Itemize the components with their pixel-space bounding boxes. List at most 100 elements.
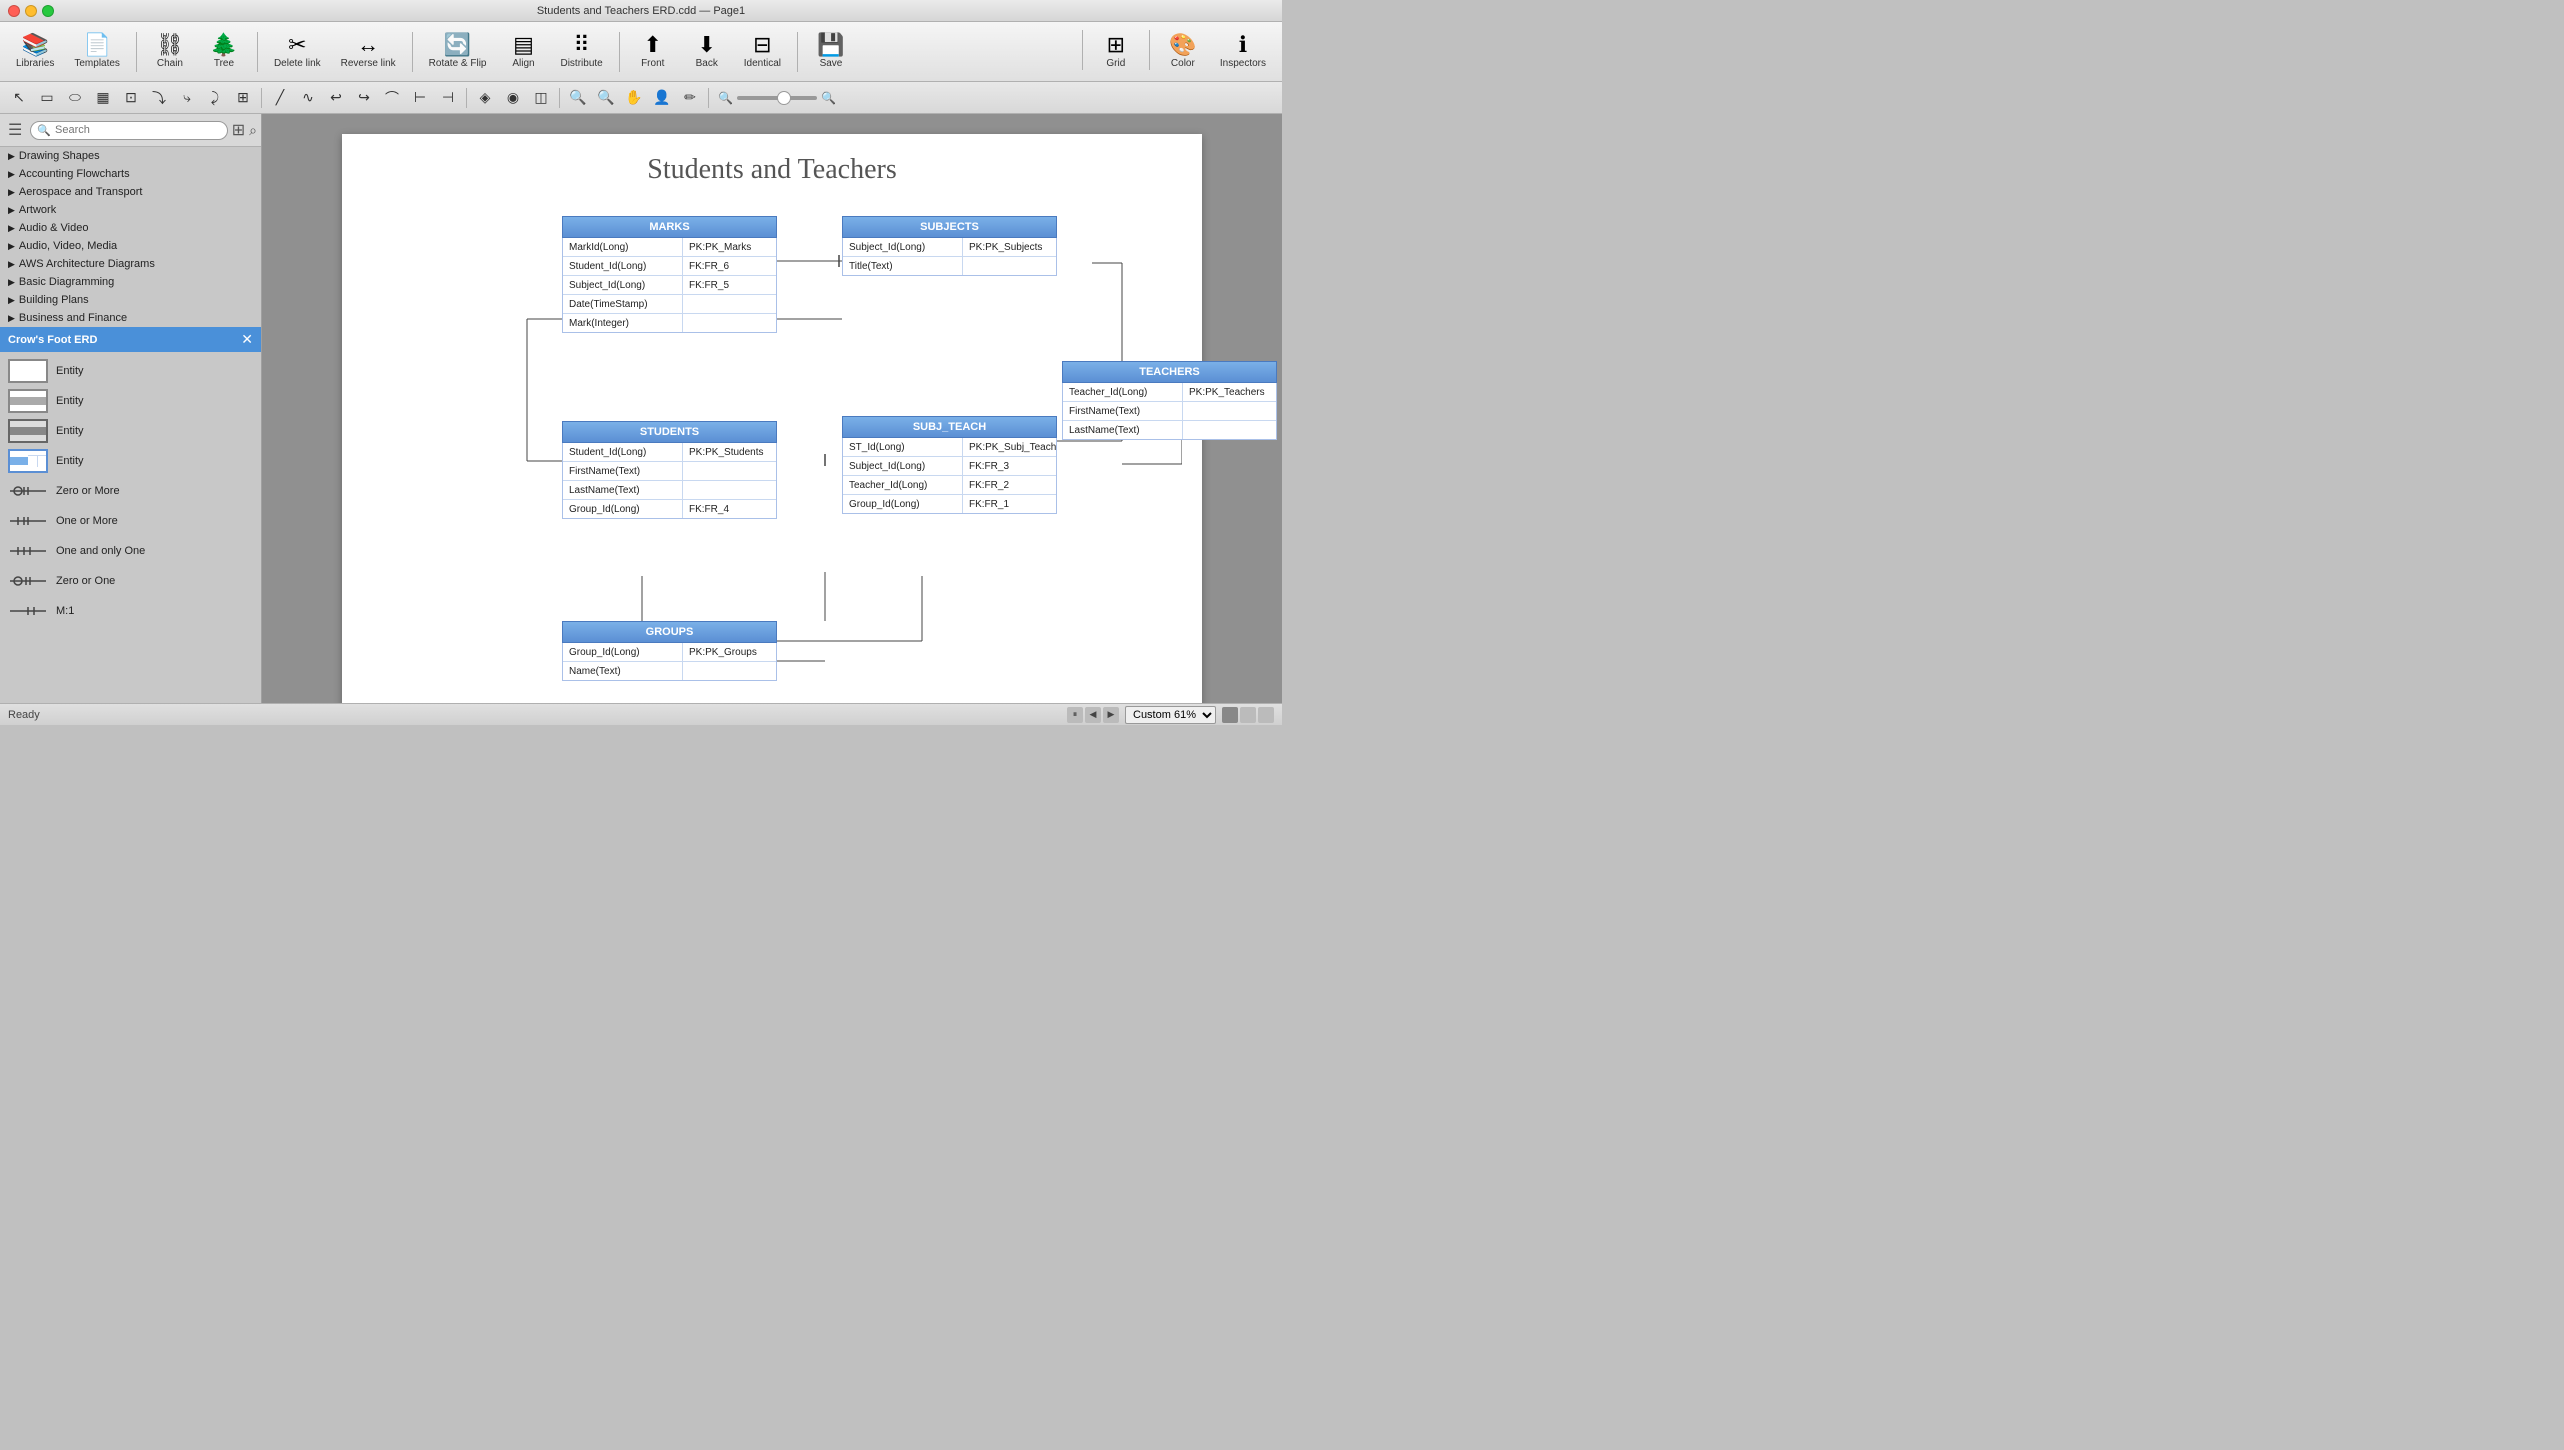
identical-label: Identical <box>744 58 781 69</box>
tree-icon: 🌲 <box>210 34 237 56</box>
search-input[interactable] <box>55 124 221 136</box>
prev-page-button[interactable]: ◀ <box>1085 707 1101 723</box>
ellipse-tool[interactable]: ⬭ <box>62 85 88 111</box>
view-mode-3[interactable] <box>1258 707 1274 723</box>
front-button[interactable]: ⬆ Front <box>628 30 678 73</box>
sep2 <box>257 32 258 72</box>
templates-button[interactable]: 📄 Templates <box>66 30 128 73</box>
reverse-link-button[interactable]: ↔ Reverse link <box>333 30 404 73</box>
view-mode-1[interactable] <box>1222 707 1238 723</box>
shape-entity-3[interactable]: Entity <box>0 416 261 446</box>
pause-button[interactable]: ⏸ <box>1067 707 1083 723</box>
undo-tool[interactable]: ↩ <box>323 85 349 111</box>
format-tool[interactable]: ◈ <box>472 85 498 111</box>
edge-tool[interactable]: ⊣ <box>435 85 461 111</box>
subjects-table[interactable]: SUBJECTS Subject_Id(Long) PK:PK_Subjects… <box>842 216 1057 276</box>
distribute-button[interactable]: ⠿ Distribute <box>552 30 610 73</box>
sidebar-list-view[interactable]: ☰ <box>4 118 26 142</box>
align-button[interactable]: ▤ Align <box>498 30 548 73</box>
sidebar-search-box[interactable]: 🔍 <box>30 121 227 140</box>
maximize-button[interactable] <box>42 5 54 17</box>
expand-tool[interactable]: ⊞ <box>230 85 256 111</box>
ortho-tool[interactable]: ⊢ <box>407 85 433 111</box>
sep7 <box>1149 30 1150 70</box>
sidebar-item-business[interactable]: ▶ Business and Finance <box>0 309 261 327</box>
sidebar-item-aws[interactable]: ▶ AWS Architecture Diagrams <box>0 255 261 273</box>
sep4 <box>619 32 620 72</box>
color-icon: 🎨 <box>1169 34 1196 56</box>
connect-tool[interactable]: ⤵ <box>146 85 172 111</box>
close-button[interactable] <box>8 5 20 17</box>
line-tool[interactable]: ╱ <box>267 85 293 111</box>
sidebar-item-artwork[interactable]: ▶ Artwork <box>0 201 261 219</box>
back-button[interactable]: ⬇ Back <box>682 30 732 73</box>
inspectors-button[interactable]: ℹ Inspectors <box>1212 30 1274 73</box>
table-tool[interactable]: ▦ <box>90 85 116 111</box>
sidebar-item-basic-diagramming[interactable]: ▶ Basic Diagramming <box>0 273 261 291</box>
status-bar-right: ⏸ ◀ ▶ Custom 61% 50% 75% 100% <box>1067 706 1274 724</box>
marks-row-4: Date(TimeStamp) <box>563 295 776 314</box>
save-button[interactable]: 💾 Save <box>806 30 856 73</box>
sidebar-grid-view[interactable]: ⊞ <box>232 120 245 140</box>
minimize-button[interactable] <box>25 5 37 17</box>
zoom-dropdown[interactable]: Custom 61% 50% 75% 100% <box>1125 706 1216 724</box>
sidebar-item-audio-video[interactable]: ▶ Audio & Video <box>0 219 261 237</box>
rotate-flip-button[interactable]: 🔄 Rotate & Flip <box>421 30 495 73</box>
teachers-table[interactable]: TEACHERS Teacher_Id(Long) PK:PK_Teachers… <box>1062 361 1277 440</box>
zoom-plus-icon[interactable]: 🔍 <box>821 91 836 105</box>
zoom-minus-icon[interactable]: 🔍 <box>718 91 733 105</box>
marks-table[interactable]: MARKS MarkId(Long) PK:PK_Marks Student_I… <box>562 216 777 333</box>
tree-button[interactable]: 🌲 Tree <box>199 30 249 73</box>
redo-tool[interactable]: ↪ <box>351 85 377 111</box>
auto-connect-tool[interactable]: ⤷ <box>174 85 200 111</box>
sidebar-search-button[interactable]: ⌕ <box>249 122 257 139</box>
shape-entity-4[interactable]: Entity <box>0 446 261 476</box>
arrow-icon: ▶ <box>8 223 15 234</box>
libraries-button[interactable]: 📚 Libraries <box>8 30 62 73</box>
students-table[interactable]: STUDENTS Student_Id(Long) PK:PK_Students… <box>562 421 777 519</box>
canvas-page[interactable]: Students and Teachers <box>262 114 1282 703</box>
sidebar-item-drawing-shapes[interactable]: ▶ Drawing Shapes <box>0 147 261 165</box>
grid-button[interactable]: ⊞ Grid <box>1091 30 1141 73</box>
close-group-button[interactable]: ✕ <box>241 331 253 348</box>
zero-or-more-label: Zero or More <box>56 485 120 497</box>
subj-teach-table[interactable]: SUBJ_TEACH ST_Id(Long) PK:PK_Subj_Teach … <box>842 416 1057 514</box>
multi-connect-tool[interactable]: ⤸ <box>202 85 228 111</box>
shape-zero-or-one[interactable]: Zero or One <box>0 566 261 596</box>
identical-button[interactable]: ⊟ Identical <box>736 30 789 73</box>
bezier-tool[interactable]: ⌒ <box>379 85 405 111</box>
arrange-tool[interactable]: ◉ <box>500 85 526 111</box>
shape-entity-1[interactable]: Entity <box>0 356 261 386</box>
pencil-tool[interactable]: ✏ <box>677 85 703 111</box>
user-tool[interactable]: 👤 <box>649 85 675 111</box>
main-layout: ☰ 🔍 ⊞ ⌕ ▶ Drawing Shapes ▶ Accounting Fl… <box>0 114 1282 703</box>
shape-m1[interactable]: M:1 <box>0 596 261 626</box>
curve-tool[interactable]: ∿ <box>295 85 321 111</box>
shape-one-only[interactable]: One and only One <box>0 536 261 566</box>
drawing-shapes-label: Drawing Shapes <box>19 150 100 162</box>
sidebar-item-building-plans[interactable]: ▶ Building Plans <box>0 291 261 309</box>
groups-table[interactable]: GROUPS Group_Id(Long) PK:PK_Groups Name(… <box>562 621 777 681</box>
container-tool[interactable]: ⊡ <box>118 85 144 111</box>
marks-cell-fk5: FK:FR_5 <box>683 276 773 294</box>
view-mode-2[interactable] <box>1240 707 1256 723</box>
sidebar-item-accounting[interactable]: ▶ Accounting Flowcharts <box>0 165 261 183</box>
rect-tool[interactable]: ▭ <box>34 85 60 111</box>
sidebar-item-aerospace[interactable]: ▶ Aerospace and Transport <box>0 183 261 201</box>
zoom-slider[interactable] <box>737 96 817 100</box>
sidebar-item-audio-video-media[interactable]: ▶ Audio, Video, Media <box>0 237 261 255</box>
color-button[interactable]: 🎨 Color <box>1158 30 1208 73</box>
chain-button[interactable]: ⛓ Chain <box>145 30 195 73</box>
shape-one-or-more[interactable]: One or More <box>0 506 261 536</box>
shape-entity-2[interactable]: Entity <box>0 386 261 416</box>
zoom-in-tool[interactable]: 🔍 <box>593 85 619 111</box>
shape-zero-or-more[interactable]: Zero or More <box>0 476 261 506</box>
group-tool[interactable]: ◫ <box>528 85 554 111</box>
subjects-row-1: Subject_Id(Long) PK:PK_Subjects <box>843 238 1056 257</box>
window-controls[interactable] <box>8 5 54 17</box>
select-tool[interactable]: ↖ <box>6 85 32 111</box>
pan-tool[interactable]: ✋ <box>621 85 647 111</box>
delete-link-button[interactable]: ✂ Delete link <box>266 30 329 73</box>
zoom-out-tool[interactable]: 🔍 <box>565 85 591 111</box>
next-page-button[interactable]: ▶ <box>1103 707 1119 723</box>
